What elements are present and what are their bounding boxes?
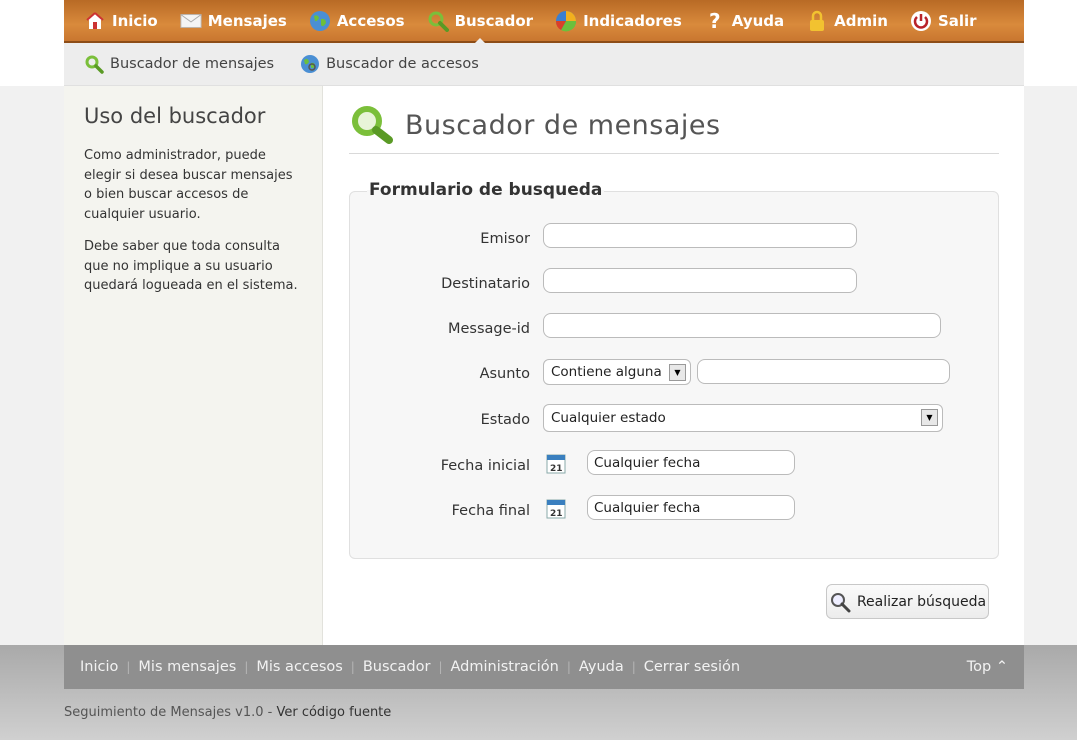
fecha-inicial-input[interactable]: Cualquier fecha: [587, 450, 795, 475]
destinatario-input[interactable]: [543, 268, 857, 293]
subnav-label: Buscador de accesos: [326, 56, 479, 72]
page-title: Buscador de mensajes: [405, 110, 721, 141]
footer-link-administracion[interactable]: Administración: [450, 659, 558, 675]
nav-admin[interactable]: Admin: [806, 0, 888, 42]
nav-label: Indicadores: [583, 11, 682, 30]
sidebar-paragraph: Debe saber que toda consulta que no impl…: [84, 239, 298, 293]
asunto-mode-value: Contiene alguna: [551, 364, 662, 380]
realizar-busqueda-button[interactable]: Realizar búsqueda: [826, 584, 989, 619]
separator: |: [350, 660, 355, 674]
subnav-label: Buscador de mensajes: [110, 56, 275, 72]
asunto-row: Asunto: [350, 361, 530, 387]
home-icon: [84, 10, 106, 32]
button-label: Realizar búsqueda: [856, 593, 987, 610]
estado-select[interactable]: Cualquier estado ▼: [543, 404, 943, 432]
search-icon: [349, 104, 395, 148]
messageid-input[interactable]: [543, 313, 941, 338]
separator: |: [631, 660, 636, 674]
sidebar: Uso del buscador Como administrador, pue…: [64, 86, 323, 645]
emisor-label: Emisor: [480, 231, 530, 247]
calendar-icon[interactable]: 21: [546, 452, 566, 474]
fecha-final-row: Fecha final: [350, 498, 530, 524]
search-icon: [427, 10, 449, 32]
asunto-input[interactable]: [697, 359, 950, 384]
calendar-day: 21: [550, 464, 563, 474]
source-code-link[interactable]: Ver código fuente: [276, 705, 391, 720]
nav-label: Admin: [834, 11, 888, 30]
nav-label: Salir: [937, 11, 977, 30]
back-to-top-link[interactable]: Top ⌃: [967, 659, 1008, 675]
nav-mensajes[interactable]: Mensajes: [180, 0, 287, 42]
nav-accesos[interactable]: Accesos: [309, 0, 405, 42]
subnav-buscador-mensajes[interactable]: Buscador de mensajes: [84, 54, 274, 74]
emisor-input[interactable]: [543, 223, 857, 248]
estado-label: Estado: [480, 412, 530, 428]
nav-salir[interactable]: Salir: [910, 0, 977, 42]
fecha-final-input[interactable]: Cualquier fecha: [587, 495, 795, 520]
nav-ayuda[interactable]: ? Ayuda: [704, 0, 784, 42]
dropdown-arrow-icon: ▼: [921, 409, 938, 426]
globe-icon: [309, 10, 331, 32]
form-legend: Formulario de busqueda: [367, 180, 605, 200]
footer-link-cerrar-sesion[interactable]: Cerrar sesión: [644, 659, 740, 675]
nav-label: Inicio: [112, 11, 158, 30]
destinatario-label: Destinatario: [441, 276, 530, 292]
footer-link-buscador[interactable]: Buscador: [363, 659, 431, 675]
nav-label: Mensajes: [207, 11, 287, 30]
sub-navigation: Buscador de mensajes Buscador de accesos: [64, 43, 1024, 86]
power-icon: [910, 10, 932, 32]
nav-label: Accesos: [336, 11, 405, 30]
estado-row: Estado: [350, 407, 530, 433]
pie-chart-icon: [555, 10, 577, 32]
nav-buscador[interactable]: Buscador: [427, 0, 534, 42]
content-area: Buscador de mensajes Emisor Destinatario…: [349, 86, 999, 559]
help-icon: ?: [704, 10, 726, 32]
footer-link-inicio[interactable]: Inicio: [80, 659, 118, 675]
sidebar-paragraph: Como administrador, puede elegir si dese…: [84, 148, 293, 222]
dropdown-arrow-icon: ▼: [669, 364, 686, 381]
magnifier-icon: [829, 591, 851, 613]
calendar-day: 21: [550, 509, 563, 519]
envelope-icon: [180, 10, 202, 32]
fecha-final-label: Fecha final: [451, 503, 530, 519]
separator: |: [438, 660, 443, 674]
fecha-inicial-label: Fecha inicial: [440, 458, 530, 474]
footer-link-ayuda[interactable]: Ayuda: [579, 659, 624, 675]
footer: Inicio | Mis mensajes | Mis accesos | Bu…: [64, 645, 1024, 689]
emisor-row: Emisor: [350, 226, 530, 252]
version-line: Seguimiento de Mensajes v1.0 - Ver códig…: [64, 705, 391, 720]
page-header: Buscador de mensajes: [349, 86, 999, 154]
nav-inicio[interactable]: Inicio: [84, 0, 158, 42]
main-panel: Uso del buscador Como administrador, pue…: [64, 86, 1024, 645]
separator: |: [244, 660, 249, 674]
search-icon: [84, 54, 104, 74]
footer-link-mis-mensajes[interactable]: Mis mensajes: [138, 659, 236, 675]
lock-icon: [806, 10, 828, 32]
fecha-inicial-row: Fecha inicial: [350, 453, 530, 479]
version-text: Seguimiento de Mensajes v1.0 -: [64, 705, 277, 720]
asunto-mode-select[interactable]: Contiene alguna ▼: [543, 359, 691, 385]
separator: |: [566, 660, 571, 674]
destinatario-row: Destinatario: [350, 271, 530, 297]
top-navigation: Inicio Mensajes Accesos Buscador Indicad…: [64, 0, 1024, 43]
nav-indicadores[interactable]: Indicadores: [555, 0, 682, 42]
messageid-label: Message-id: [447, 321, 530, 337]
search-form: Emisor Destinatario Message-id Asunto Co…: [349, 191, 999, 559]
subnav-buscador-accesos[interactable]: Buscador de accesos: [300, 54, 479, 74]
sidebar-title: Uso del buscador: [84, 104, 266, 128]
calendar-icon[interactable]: 21: [546, 497, 566, 519]
asunto-label: Asunto: [479, 366, 530, 382]
nav-label: Buscador: [454, 11, 534, 30]
footer-link-mis-accesos[interactable]: Mis accesos: [256, 659, 342, 675]
globe-search-icon: [300, 54, 320, 74]
estado-value: Cualquier estado: [551, 410, 666, 426]
svg-text:?: ?: [709, 10, 721, 32]
messageid-row: Message-id: [350, 316, 530, 342]
nav-label: Ayuda: [731, 11, 785, 30]
separator: |: [126, 660, 131, 674]
